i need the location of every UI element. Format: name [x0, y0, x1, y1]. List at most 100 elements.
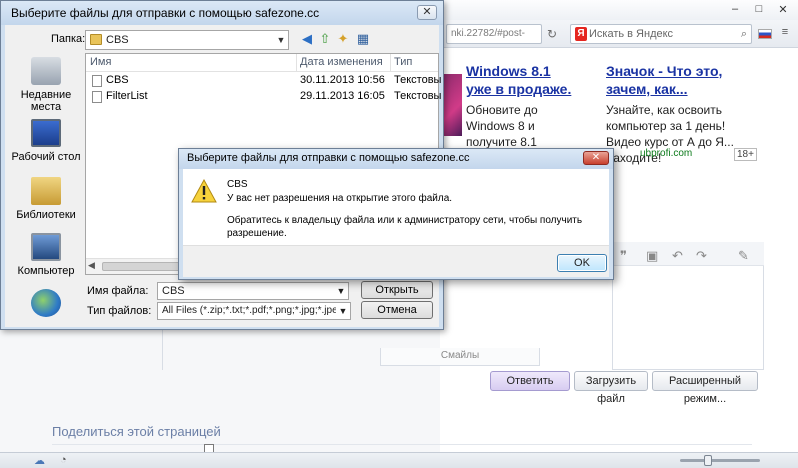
up-folder-icon[interactable]: ⇧ [317, 31, 333, 47]
options-icon[interactable]: ✎ [738, 248, 749, 264]
menu-icon[interactable]: ≡ [778, 26, 792, 40]
warning-icon [191, 179, 217, 203]
search-placeholder: Искать в Яндекс [589, 28, 674, 40]
close-icon[interactable]: ✕ [417, 5, 437, 20]
file-name: FilterList [106, 90, 148, 102]
view-menu-icon[interactable]: ▦ [355, 31, 371, 47]
error-dialog-titlebar[interactable]: Выберите файлы для отправки с помощью sa… [179, 149, 613, 169]
filename-input[interactable]: CBS ▼ [157, 282, 349, 300]
filename-label: Имя файла: [87, 285, 149, 297]
zoom-slider[interactable] [680, 459, 760, 462]
lookin-select[interactable]: CBS ▼ [85, 30, 289, 50]
scroll-left-icon[interactable]: ◀ [88, 260, 95, 271]
reply-button[interactable]: Ответить [490, 371, 570, 391]
window-controls: – □ ✕ [724, 2, 794, 16]
ad-title-link[interactable]: Значок - Что это, зачем, как... [606, 62, 756, 98]
minimize-icon[interactable]: – [724, 2, 746, 16]
ok-button[interactable]: OK [557, 254, 607, 272]
error-hint-continued: разрешение. [227, 228, 287, 239]
ad-domain-link[interactable]: ubprofi.com [640, 148, 692, 159]
file-date: 29.11.2013 16:05 [300, 90, 385, 102]
cloud-icon[interactable]: ☁ [34, 454, 45, 467]
column-name[interactable]: Имя [90, 56, 111, 68]
column-type[interactable]: Тип [394, 56, 412, 68]
share-heading: Поделиться этой страницей [52, 424, 221, 439]
back-icon[interactable]: ◀ [299, 31, 315, 47]
refresh-icon[interactable]: ↻ [544, 26, 560, 42]
close-icon[interactable]: ✕ [772, 2, 794, 16]
error-dialog-body: CBS У вас нет разрешения на открытие это… [183, 169, 609, 245]
table-row[interactable]: FilterList 29.11.2013 16:05 Текстовы [86, 89, 442, 105]
desktop-icon [31, 119, 61, 147]
search-input[interactable]: Я Искать в Яндекс ⌕ [570, 24, 752, 44]
place-computer[interactable]: Компьютер [9, 233, 83, 277]
error-file-name: CBS [227, 179, 248, 190]
search-icon[interactable]: ⌕ [741, 25, 747, 43]
maximize-icon[interactable]: □ [748, 2, 770, 16]
upload-file-button[interactable]: Загрузить файл [574, 371, 648, 405]
smiles-panel[interactable]: Смайлы [380, 348, 540, 366]
filetype-select[interactable]: All Files (*.zip;*.txt;*.pdf;*.png;*.jpg… [157, 302, 351, 320]
file-dialog-title: Выберите файлы для отправки с помощью sa… [11, 6, 320, 20]
russian-flag-icon [758, 29, 772, 39]
zoom-slider-knob[interactable] [704, 455, 712, 466]
text-file-icon [92, 75, 102, 87]
libraries-icon [31, 177, 61, 205]
error-dialog-title: Выберите файлы для отправки с помощью sa… [187, 152, 470, 164]
lookin-label: Папка: [51, 33, 86, 45]
browser-navbar: nki.22782/#post- ↻ Я Искать в Яндекс ⌕ ≡ [440, 20, 798, 48]
place-libraries[interactable]: Библиотеки [9, 177, 83, 221]
chevron-down-icon[interactable]: ▼ [334, 283, 348, 299]
speed-icon[interactable]: ◔ [60, 454, 67, 466]
page-left-area [0, 330, 440, 468]
network-icon [31, 289, 61, 317]
quote-icon[interactable]: ❞ [620, 248, 627, 264]
file-date: 30.11.2013 10:56 [300, 74, 385, 86]
new-folder-icon[interactable]: ✦ [335, 31, 351, 47]
place-desktop[interactable]: Рабочий стол [9, 119, 83, 163]
place-label: Рабочий стол [11, 151, 81, 163]
file-type: Текстовы [394, 74, 442, 86]
filename-value: CBS [162, 285, 185, 297]
folder-icon [90, 34, 102, 45]
column-separator[interactable] [390, 54, 391, 72]
error-message: У вас нет разрешения на открытие этого ф… [227, 193, 453, 204]
recent-places-icon [31, 57, 61, 85]
error-dialog-footer: OK [183, 245, 609, 277]
age-badge: 18+ [734, 148, 757, 161]
advanced-mode-button[interactable]: Расширенный режим... [652, 371, 758, 405]
place-network[interactable] [9, 289, 83, 321]
place-label: Недавние места [20, 89, 72, 113]
browser-titlebar: – □ ✕ [440, 0, 798, 20]
file-dialog-titlebar[interactable]: Выберите файлы для отправки с помощью sa… [1, 1, 443, 25]
redo-icon[interactable]: ↷ [696, 248, 707, 264]
chevron-down-icon[interactable]: ▼ [274, 31, 288, 49]
ad-title-link[interactable]: Windows 8.1 уже в продаже. [466, 62, 578, 98]
text-file-icon [92, 91, 102, 103]
close-icon[interactable]: ✕ [583, 151, 609, 165]
undo-icon[interactable]: ↶ [672, 248, 683, 264]
status-bar: ☁ ◔ [0, 452, 798, 468]
chevron-down-icon[interactable]: ▼ [336, 303, 350, 319]
open-button[interactable]: Открыть [361, 281, 433, 299]
yandex-logo-icon: Я [575, 27, 587, 41]
file-name: CBS [106, 74, 129, 86]
computer-icon [31, 233, 61, 261]
place-recent[interactable]: Недавние места [9, 57, 83, 113]
lookin-value: CBS [106, 34, 129, 46]
error-dialog: Выберите файлы для отправки с помощью sa… [178, 148, 614, 280]
places-bar: Недавние места Рабочий стол Библиотеки К… [9, 53, 81, 325]
table-row[interactable]: CBS 30.11.2013 10:56 Текстовы [86, 73, 442, 89]
place-label: Компьютер [17, 265, 75, 277]
filetype-value: All Files (*.zip;*.txt;*.pdf;*.png;*.jpg… [162, 305, 350, 316]
place-label: Библиотеки [16, 209, 76, 221]
column-separator[interactable] [296, 54, 297, 72]
file-type: Текстовы [394, 90, 442, 102]
save-icon[interactable]: ▣ [646, 248, 658, 264]
column-date[interactable]: Дата изменения [300, 56, 383, 68]
filetype-label: Тип файлов: [87, 305, 152, 317]
cancel-button[interactable]: Отмена [361, 301, 433, 319]
file-list-header: Имя Дата изменения Тип [86, 54, 438, 72]
address-bar[interactable]: nki.22782/#post- [446, 24, 542, 44]
divider [52, 444, 752, 445]
